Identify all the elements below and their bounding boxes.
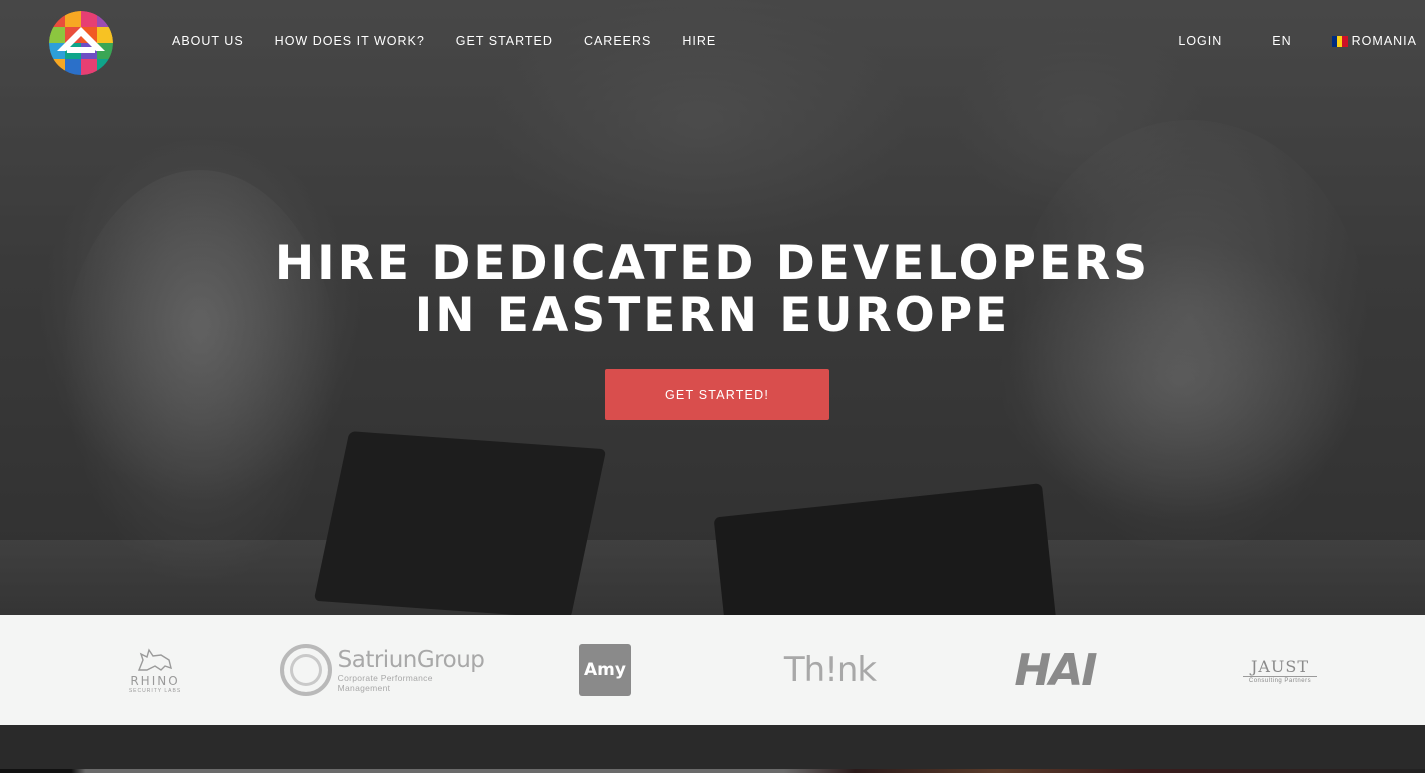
login-link[interactable]: LOGIN bbox=[1178, 34, 1222, 48]
country-selector[interactable]: ROMANIA bbox=[1331, 34, 1417, 48]
jaust-subtitle: Consulting Partners bbox=[1248, 677, 1312, 684]
client-logo-think: Th!nk bbox=[778, 615, 882, 725]
amy-name: Amy bbox=[579, 644, 631, 696]
rhino-icon bbox=[137, 648, 172, 671]
jaust-name: JAUST bbox=[1242, 657, 1318, 677]
think-name: Th!nk bbox=[783, 650, 877, 690]
nav-how-does-it-work[interactable]: HOW DOES IT WORK? bbox=[275, 34, 425, 48]
next-section-image-edge bbox=[0, 769, 1425, 773]
country-label: ROMANIA bbox=[1351, 34, 1417, 48]
hero-title: HIRE DEDICATED DEVELOPERS IN EASTERN EUR… bbox=[0, 238, 1425, 342]
client-logo-rhino: RHINO SECURITY LABS bbox=[120, 615, 190, 725]
satriun-ring-icon bbox=[279, 644, 332, 696]
client-logo-jaust: JAUST Consulting Partners bbox=[1228, 615, 1332, 725]
hai-name: HAI bbox=[1014, 644, 1097, 696]
client-logo-hai: HAI bbox=[1000, 615, 1110, 725]
romania-flag-icon bbox=[1331, 35, 1348, 47]
site-logo[interactable] bbox=[49, 11, 113, 75]
main-menu: ABOUT US HOW DOES IT WORK? GET STARTED C… bbox=[172, 34, 747, 48]
client-logo-amy: Amy bbox=[579, 615, 631, 725]
hero-title-line-1: HIRE DEDICATED DEVELOPERS bbox=[274, 236, 1151, 291]
logo-mosaic-icon bbox=[49, 11, 113, 75]
language-selector[interactable]: EN bbox=[1272, 34, 1291, 48]
hero-headline: HIRE DEDICATED DEVELOPERS IN EASTERN EUR… bbox=[0, 238, 1425, 342]
satriun-subtitle: Corporate Performance Management bbox=[337, 673, 433, 693]
nav-hire[interactable]: HIRE bbox=[682, 34, 716, 48]
top-navigation: ABOUT US HOW DOES IT WORK? GET STARTED C… bbox=[0, 0, 1425, 82]
rhino-name: RHINO bbox=[130, 674, 180, 688]
rhino-subtitle: SECURITY LABS bbox=[128, 688, 182, 694]
nav-careers[interactable]: CAREERS bbox=[584, 34, 651, 48]
nav-utility: LOGIN EN ROMANIA bbox=[1178, 34, 1417, 48]
next-section-dark bbox=[0, 725, 1425, 773]
client-logo-satriun-group: SatriunGroup Corporate Performance Manag… bbox=[279, 615, 485, 725]
hero-title-line-2: IN EASTERN EUROPE bbox=[414, 288, 1011, 343]
client-logos-strip: RHINO SECURITY LABS SatriunGroup Corpora… bbox=[0, 615, 1425, 725]
nav-about-us[interactable]: ABOUT US bbox=[172, 34, 244, 48]
nav-get-started[interactable]: GET STARTED bbox=[456, 34, 553, 48]
satriun-name: SatriunGroup bbox=[337, 647, 485, 673]
get-started-button[interactable]: GET STARTED! bbox=[605, 369, 829, 420]
